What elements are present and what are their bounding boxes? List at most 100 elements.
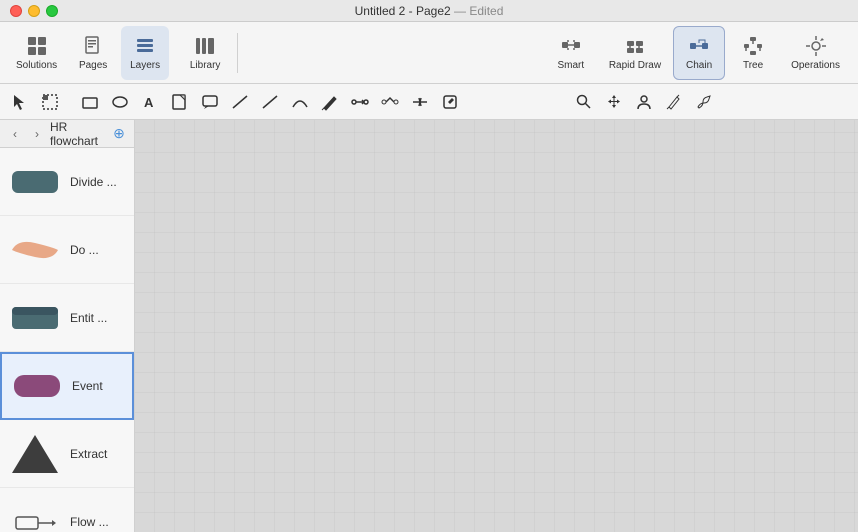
layers-icon <box>133 34 157 58</box>
tool-note[interactable] <box>166 88 194 116</box>
layer-item-flow[interactable]: Flow ... <box>0 488 134 532</box>
toolbar-layers[interactable]: Layers <box>121 26 169 80</box>
canvas-area[interactable] <box>135 120 858 532</box>
title-text: Untitled 2 - Page2 <box>355 4 451 18</box>
library-icon <box>193 34 217 58</box>
close-button[interactable] <box>10 5 22 17</box>
edited-label: — Edited <box>454 4 503 18</box>
tool-rectangle[interactable] <box>76 88 104 116</box>
layer-name-event: Event <box>72 379 103 393</box>
rapid-draw-icon <box>623 34 647 58</box>
tool-callout[interactable] <box>196 88 224 116</box>
solutions-label: Solutions <box>16 60 57 71</box>
tools-right <box>570 88 718 116</box>
layer-item-divide[interactable]: Divide ... <box>0 148 134 216</box>
tool-line[interactable] <box>226 88 254 116</box>
cut-connector-icon <box>411 93 429 111</box>
tree-label: Tree <box>743 60 763 71</box>
chain-icon <box>687 34 711 58</box>
tool-user[interactable] <box>630 88 658 116</box>
connector-icon <box>351 93 369 111</box>
toolbar-chain[interactable]: Chain <box>673 26 725 80</box>
svg-text:A: A <box>144 95 154 110</box>
layer-name-flow: Flow ... <box>70 515 109 529</box>
titlebar-controls <box>10 5 58 17</box>
layer-item-extract[interactable]: Extract <box>0 420 134 488</box>
operations-label: Operations <box>791 60 840 71</box>
pages-label: Pages <box>79 60 107 71</box>
layer-item-event[interactable]: Event <box>0 352 134 420</box>
layer-name-entit: Entit ... <box>70 311 107 325</box>
tree-icon <box>741 34 765 58</box>
callout-icon <box>201 93 219 111</box>
layer-item-entit[interactable]: Entit ... <box>0 284 134 352</box>
tool-brush[interactable] <box>690 88 718 116</box>
tool-search[interactable] <box>570 88 598 116</box>
toolbar-smart[interactable]: Smart <box>545 26 597 80</box>
main-area: ‹ › HR flowchart ⊕ Divide ... Do ... <box>0 120 858 532</box>
layers-label: Layers <box>130 60 160 71</box>
tool-pen[interactable] <box>316 88 344 116</box>
tool-format[interactable] <box>436 88 464 116</box>
select-icon <box>11 93 29 111</box>
sidebar-back[interactable]: ‹ <box>6 125 24 143</box>
tool-select[interactable] <box>6 88 34 116</box>
toolbar-tree[interactable]: Tree <box>727 26 779 80</box>
layer-name-do: Do ... <box>70 243 99 257</box>
layer-thumbnail-extract <box>8 427 62 481</box>
tool-cut-connector[interactable] <box>406 88 434 116</box>
tool-edit-connector[interactable] <box>376 88 404 116</box>
minimize-button[interactable] <box>28 5 40 17</box>
tool-diagonal-line[interactable] <box>256 88 284 116</box>
tool-pencil[interactable] <box>660 88 688 116</box>
smart-label: Smart <box>557 60 584 71</box>
solutions-icon <box>25 34 49 58</box>
ellipse-icon <box>111 93 129 111</box>
pan-icon <box>605 93 623 111</box>
selection-box-icon <box>41 93 59 111</box>
sidebar: ‹ › HR flowchart ⊕ Divide ... Do ... <box>0 120 135 532</box>
rapid-draw-label: Rapid Draw <box>609 60 661 71</box>
pages-icon <box>81 34 105 58</box>
toolbar-library[interactable]: Library <box>181 26 229 80</box>
layer-thumbnail-do <box>8 223 62 277</box>
sidebar-options[interactable]: ⊕ <box>110 125 128 143</box>
maximize-button[interactable] <box>46 5 58 17</box>
note-icon <box>171 93 189 111</box>
library-label: Library <box>190 60 221 71</box>
tool-selection-box[interactable] <box>36 88 64 116</box>
layer-thumbnail-flow <box>8 495 62 532</box>
text-icon: A <box>141 93 159 111</box>
sidebar-forward[interactable]: › <box>28 125 46 143</box>
tool-connector[interactable] <box>346 88 374 116</box>
tool-arc[interactable] <box>286 88 314 116</box>
toolbar-pages[interactable]: Pages <box>69 26 117 80</box>
smart-icon <box>559 34 583 58</box>
pen-icon <box>321 93 339 111</box>
toolbar-operations[interactable]: Operations <box>781 26 850 80</box>
rectangle-icon <box>81 93 99 111</box>
layer-thumbnail-event <box>10 359 64 413</box>
top-toolbar: Solutions Pages Layers Library <box>0 22 858 84</box>
search-icon <box>575 93 593 111</box>
toolbar-rapid-draw[interactable]: Rapid Draw <box>599 26 671 80</box>
tools-toolbar: A <box>0 84 858 120</box>
toolbar-separator-1 <box>237 33 238 73</box>
sidebar-header: ‹ › HR flowchart ⊕ <box>0 120 134 148</box>
pencil-icon <box>665 93 683 111</box>
window-title: Untitled 2 - Page2 — Edited <box>355 4 504 18</box>
tool-ellipse[interactable] <box>106 88 134 116</box>
layer-name-extract: Extract <box>70 447 107 461</box>
toolbar-solutions[interactable]: Solutions <box>8 26 65 80</box>
layer-item-do[interactable]: Do ... <box>0 216 134 284</box>
toolbar-right-groups: Smart Rapid Draw Chain <box>545 26 850 80</box>
layer-thumbnail-divide <box>8 155 62 209</box>
diagonal-line-icon <box>261 93 279 111</box>
tool-pan[interactable] <box>600 88 628 116</box>
titlebar: Untitled 2 - Page2 — Edited <box>0 0 858 22</box>
layer-thumbnail-entit <box>8 291 62 345</box>
sidebar-title: HR flowchart <box>50 120 106 148</box>
tool-text[interactable]: A <box>136 88 164 116</box>
format-icon <box>441 93 459 111</box>
edit-connector-icon <box>381 93 399 111</box>
